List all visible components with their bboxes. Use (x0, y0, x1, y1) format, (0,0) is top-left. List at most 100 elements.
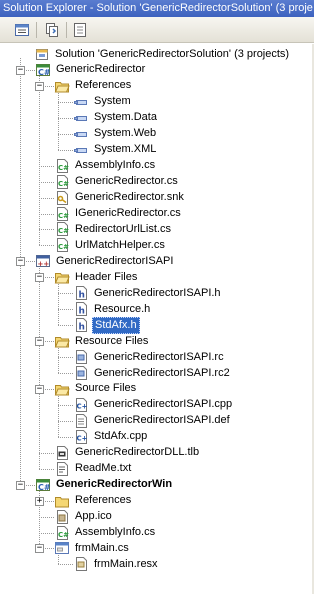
show-all-files-icon (46, 23, 58, 37)
csharp-file-icon: C# (54, 206, 70, 222)
svg-text:h: h (79, 323, 85, 333)
resx-file-icon (73, 556, 89, 572)
tree-connector-line (58, 101, 73, 103)
tree-item-igenericredirector-cs[interactable]: C# IGenericRedirector.cs (54, 206, 183, 222)
tree-item-label: AssemblyInfo.cs (75, 526, 156, 538)
tree-item-frmmain-resx[interactable]: frmMain.resx (73, 556, 160, 572)
tree-connector-line (58, 404, 73, 406)
collapse-toggle-icon[interactable]: − (35, 337, 44, 347)
collapse-toggle-icon[interactable]: − (35, 384, 44, 394)
tree-connector-line (58, 357, 73, 359)
tree-item-app-ico[interactable]: App.ico (54, 509, 114, 525)
toolbar-separator (66, 22, 67, 38)
tree-item-genericredirectorisapi-rc2[interactable]: GenericRedirectorISAPI.rc2 (73, 365, 232, 381)
tree-item-resource-h[interactable]: h Resource.h (73, 301, 152, 317)
cpp-project-icon: ++ (35, 253, 51, 269)
tree-item-header-files[interactable]: Header Files (54, 269, 139, 285)
tree-item-label: GenericRedirectorISAPI.rc (94, 350, 224, 363)
svg-text:C#: C# (38, 483, 51, 492)
collapse-toggle-icon[interactable]: − (35, 273, 44, 283)
collapse-toggle-icon[interactable]: − (16, 65, 25, 75)
csharp-project-icon: C# (35, 62, 51, 78)
expand-toggle-icon[interactable]: + (35, 496, 44, 506)
tree-item-genericredirectordll-tlb[interactable]: GenericRedirectorDLL.tlb (54, 445, 201, 461)
tree-connector-line (39, 265, 40, 469)
tree-item-resource-files[interactable]: Resource Files (54, 333, 150, 349)
reference-icon (73, 126, 89, 142)
tree-item-assemblyinfo-cs[interactable]: C# AssemblyInfo.cs (54, 158, 157, 174)
tree-connector-line (58, 373, 73, 374)
tree-item-label: GenericRedirector (56, 63, 146, 76)
tree-item-label: StdAfx.h (92, 316, 140, 334)
tree-item-label: GenericRedirectorDLL.tlb (75, 446, 200, 459)
tree-item-genericredirectorisapi-def[interactable]: GenericRedirectorISAPI.def (73, 413, 232, 429)
ico-file-icon (54, 509, 70, 525)
svg-text:h: h (79, 291, 85, 301)
tree-item-stdafx-cpp[interactable]: C+ StdAfx.cpp (73, 429, 149, 445)
folder-open-icon (54, 269, 70, 285)
svg-text:++: ++ (38, 260, 50, 268)
tree-item-source-files[interactable]: Source Files (54, 381, 138, 397)
collapse-toggle-icon[interactable]: − (16, 257, 25, 267)
tree-item-label: System.XML (94, 143, 157, 156)
tree-item-label: Solution 'GenericRedirectorSolution' (3 … (55, 47, 290, 60)
tree-item-system-data[interactable]: System.Data (73, 110, 159, 126)
tree-item-system[interactable]: System (73, 94, 133, 110)
tree-item-label: References (75, 79, 132, 92)
svg-text:h: h (79, 307, 85, 317)
tree-item-system-xml[interactable]: System.XML (73, 142, 158, 158)
tree-item-references[interactable]: References (54, 493, 133, 509)
show-all-files-button[interactable] (42, 21, 62, 39)
folder-closed-icon (54, 493, 70, 509)
header-file-icon: h (73, 301, 89, 317)
solution-tree[interactable]: Solution 'GenericRedirectorSolution' (3 … (0, 44, 314, 594)
tree-item-label: GenericRedirector.snk (75, 191, 184, 204)
tree-connector-line (58, 133, 73, 135)
tree-connector-line (39, 197, 54, 199)
svg-text:C+: C+ (77, 402, 88, 410)
toolbar-separator (36, 22, 37, 38)
tree-item-label: System (94, 95, 131, 108)
tree-item-label: App.ico (75, 510, 112, 523)
tree-item-label: ReadMe.txt (75, 462, 132, 475)
tree-item-label: frmMain.cs (75, 541, 129, 554)
tree-item-label: GenericRedirector.cs (75, 175, 178, 188)
reference-icon (73, 94, 89, 110)
tree-connector-line (58, 293, 73, 295)
tree-item-redirectorurllist-cs[interactable]: C# RedirectorUrlList.cs (54, 221, 173, 237)
refresh-button[interactable] (70, 21, 90, 39)
tree-item-label: UrlMatchHelper.cs (75, 238, 165, 251)
tree-item-readme-txt[interactable]: ReadMe.txt (54, 461, 133, 477)
tree-item-genericredirectorisapi-h[interactable]: h GenericRedirectorISAPI.h (73, 285, 223, 301)
tree-item-genericredirector[interactable]: C# GenericRedirector (35, 62, 147, 78)
tree-item-frmmain-cs[interactable]: frmMain.cs (54, 540, 131, 556)
tree-item-label: StdAfx.cpp (94, 430, 148, 443)
csharp-file-icon: C# (54, 525, 70, 541)
tree-connector-line (39, 213, 54, 215)
tree-item-genericredirectorwin[interactable]: C# GenericRedirectorWin (35, 477, 174, 493)
tree-item-references[interactable]: References (54, 78, 133, 94)
tree-item-label: IGenericRedirector.cs (75, 207, 181, 219)
tree-item-system-web[interactable]: System.Web (73, 126, 158, 142)
resource-file-icon (73, 365, 89, 381)
tree-item-assemblyinfo-cs[interactable]: C# AssemblyInfo.cs (54, 525, 157, 541)
tree-item-urlmatchhelper-cs[interactable]: C# UrlMatchHelper.cs (54, 237, 167, 253)
collapse-toggle-icon[interactable]: − (35, 81, 44, 91)
svg-text:C#: C# (58, 243, 69, 251)
header-file-icon: h (73, 285, 89, 301)
collapse-toggle-icon[interactable]: − (16, 480, 25, 490)
resource-file-icon (73, 349, 89, 365)
properties-button[interactable] (12, 21, 32, 39)
tree-connector-line (58, 436, 73, 438)
tree-item-genericredirectorisapi-rc[interactable]: GenericRedirectorISAPI.rc (73, 349, 226, 365)
tree-item-solution-genericredirectorsolution-3-projects[interactable]: Solution 'GenericRedirectorSolution' (3 … (34, 46, 291, 62)
tree-item-genericredirectorisapi-cpp[interactable]: C+ GenericRedirectorISAPI.cpp (73, 397, 234, 413)
vertical-scrollbar[interactable] (312, 44, 314, 594)
collapse-toggle-icon[interactable]: − (35, 544, 44, 554)
tree-item-genericredirector-cs[interactable]: C# GenericRedirector.cs (54, 174, 180, 190)
header-file-icon: h (73, 317, 89, 333)
reference-icon (73, 142, 89, 158)
tree-item-stdafx-h[interactable]: h StdAfx.h (73, 316, 140, 334)
tree-item-genericredirector-snk[interactable]: GenericRedirector.snk (54, 190, 186, 206)
tree-item-genericredirectorisapi[interactable]: ++ GenericRedirectorISAPI (35, 253, 175, 269)
